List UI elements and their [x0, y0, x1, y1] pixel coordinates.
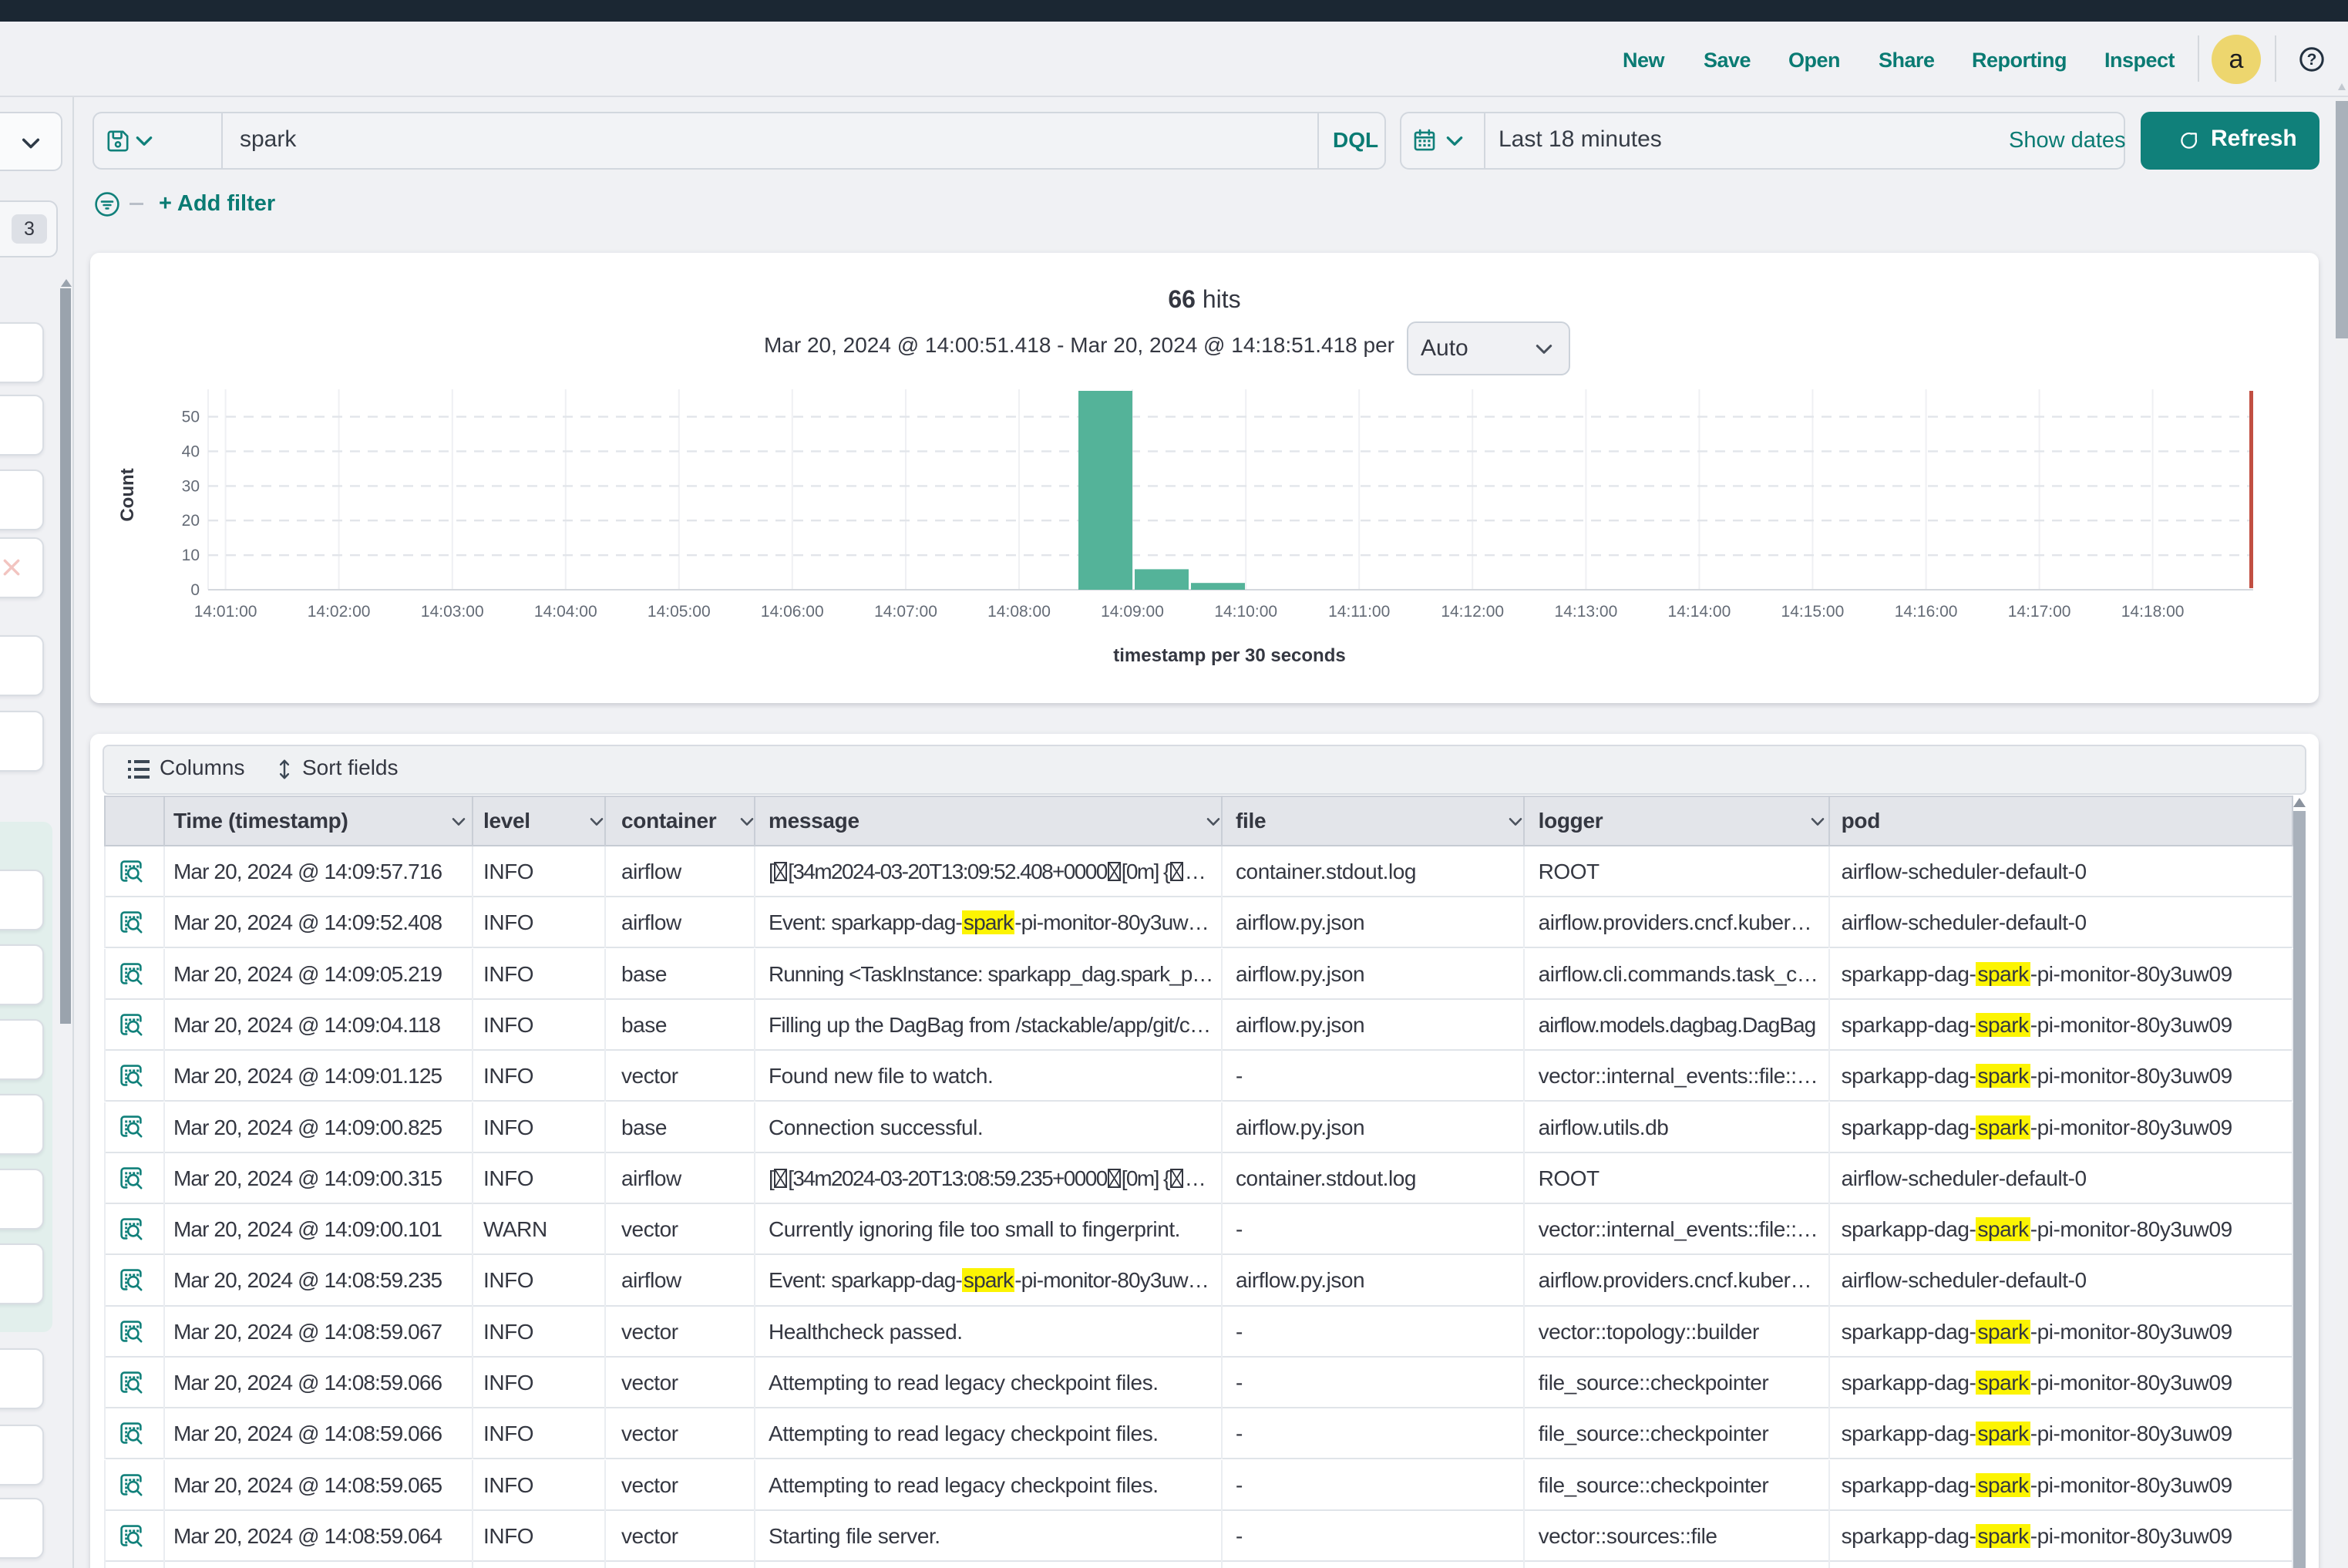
svg-text:?: ?	[2307, 51, 2317, 69]
svg-text:14:14:00: 14:14:00	[1668, 603, 1731, 621]
svg-text:14:09:00: 14:09:00	[1101, 603, 1164, 621]
svg-text:20: 20	[182, 512, 200, 530]
svg-text:Count: Count	[117, 468, 138, 521]
svg-text:14:13:00: 14:13:00	[1555, 603, 1618, 621]
svg-text:14:18:00: 14:18:00	[2121, 603, 2185, 621]
svg-text:14:02:00: 14:02:00	[308, 603, 371, 621]
svg-text:14:08:00: 14:08:00	[987, 603, 1051, 621]
svg-text:14:11:00: 14:11:00	[1328, 603, 1390, 621]
svg-text:40: 40	[182, 442, 200, 460]
svg-text:timestamp per 30 seconds: timestamp per 30 seconds	[1113, 645, 1345, 666]
svg-text:10: 10	[182, 547, 200, 564]
svg-text:14:06:00: 14:06:00	[761, 603, 824, 621]
svg-text:14:07:00: 14:07:00	[874, 603, 937, 621]
svg-text:14:03:00: 14:03:00	[421, 603, 484, 621]
svg-text:14:16:00: 14:16:00	[1895, 603, 1958, 621]
svg-text:14:15:00: 14:15:00	[1781, 603, 1845, 621]
svg-text:14:17:00: 14:17:00	[2008, 603, 2071, 621]
svg-text:14:01:00: 14:01:00	[194, 603, 257, 621]
svg-text:0: 0	[190, 581, 200, 599]
svg-text:50: 50	[182, 409, 200, 426]
svg-text:14:05:00: 14:05:00	[648, 603, 711, 621]
svg-text:14:10:00: 14:10:00	[1214, 603, 1277, 621]
svg-text:14:04:00: 14:04:00	[534, 603, 597, 621]
svg-text:30: 30	[182, 477, 200, 495]
svg-text:14:12:00: 14:12:00	[1441, 603, 1504, 621]
